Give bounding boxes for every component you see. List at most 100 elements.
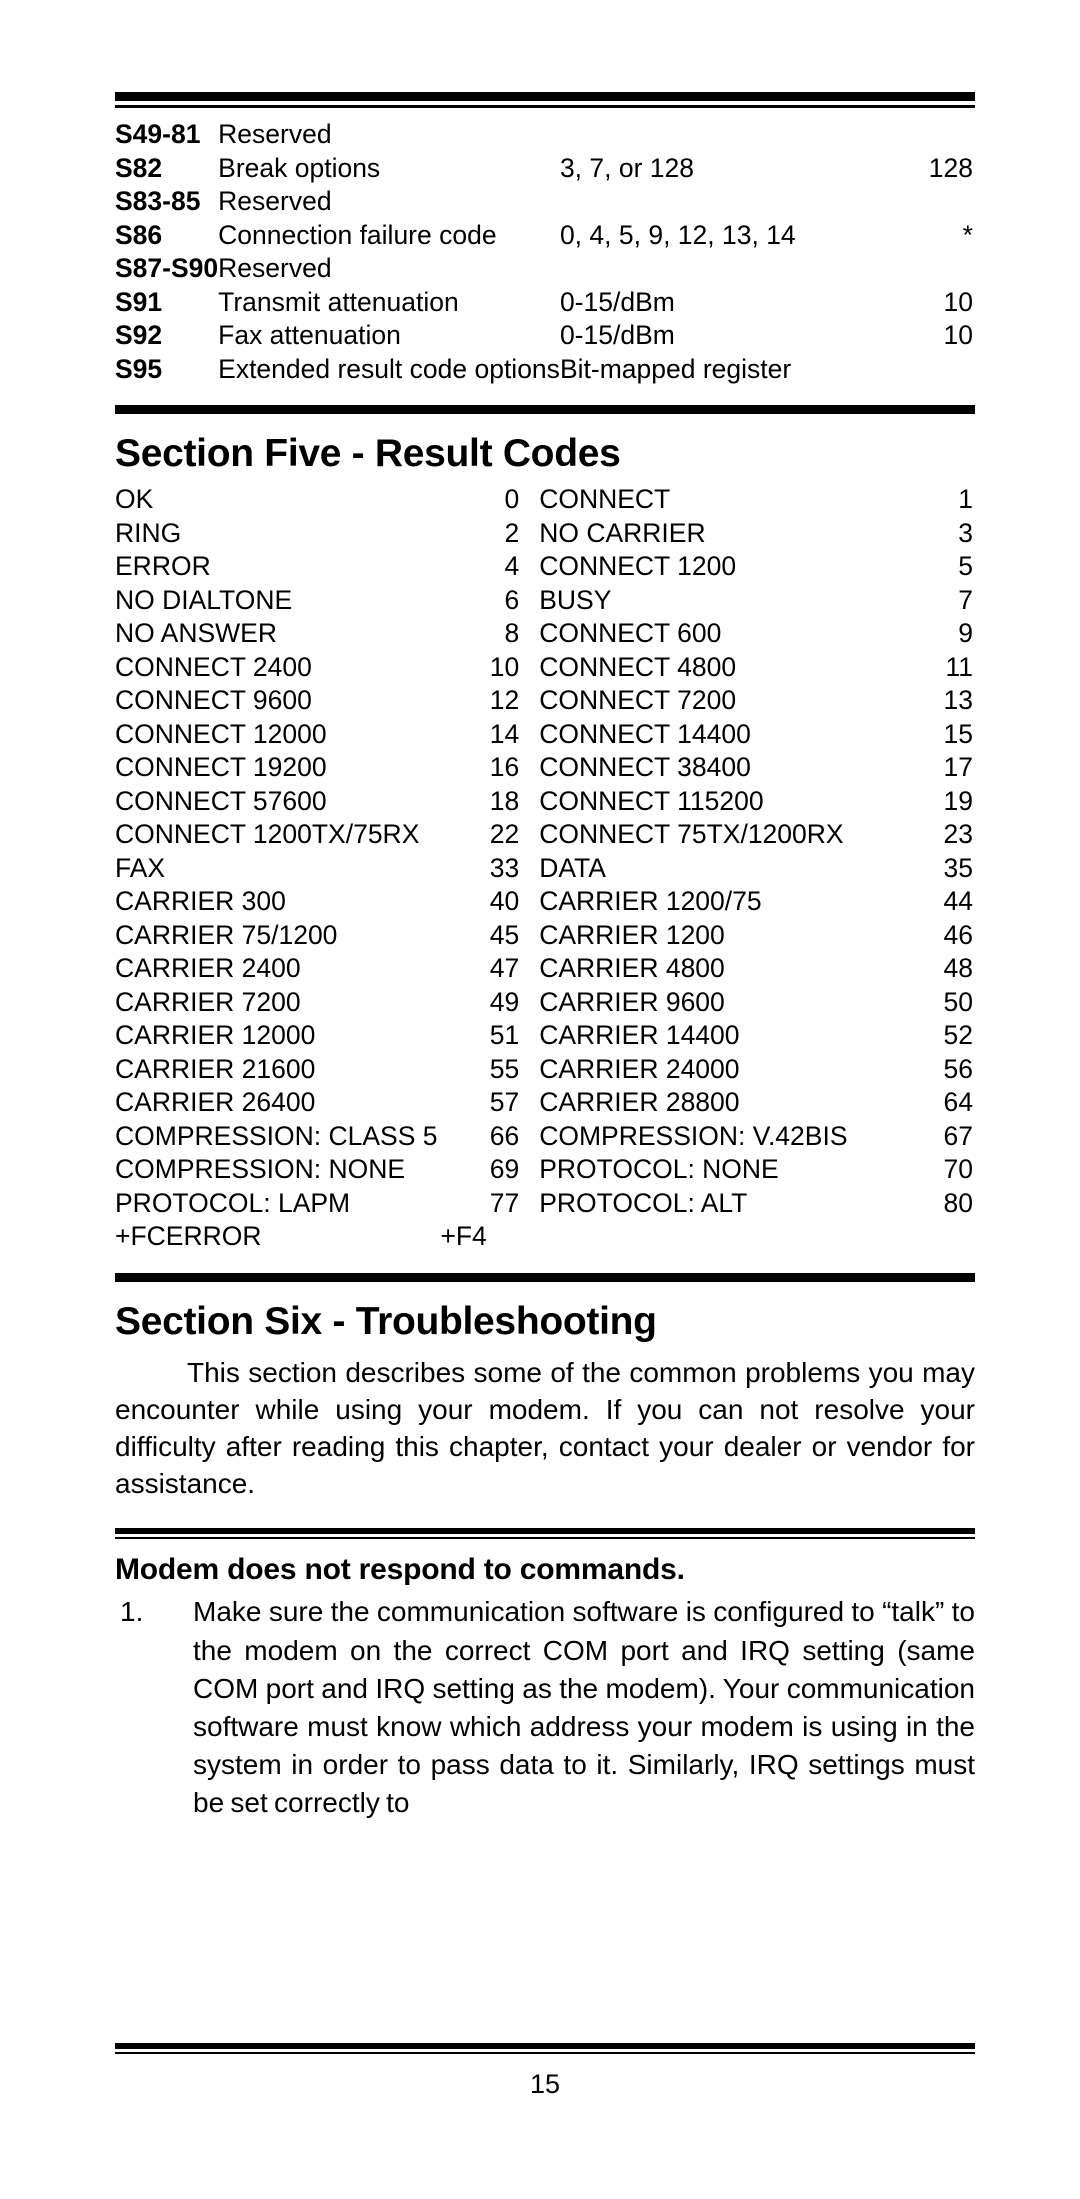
s-register-default <box>844 188 975 222</box>
result-code-value: 22 <box>489 819 520 849</box>
result-code-value: 47 <box>489 953 520 983</box>
table-row: S95 Extended result code options Bit-map… <box>115 353 975 390</box>
s-register-desc: Reserved <box>218 253 332 283</box>
table-row: CARRIER 26400 57 CARRIER 28800 64 <box>115 1089 975 1123</box>
table-row: S87-S90 Reserved <box>115 255 975 289</box>
result-code-name: CONNECT 7200 <box>539 685 737 715</box>
result-code-value: 1 <box>958 484 973 514</box>
result-code-name: CONNECT 19200 <box>115 752 327 782</box>
table-row: COMPRESSION: NONE 69 PROTOCOL: NONE 70 <box>115 1156 975 1190</box>
result-code-value: 2 <box>504 517 520 548</box>
s-register-range <box>560 255 844 289</box>
result-code-name: FAX <box>115 852 166 883</box>
s-register-default <box>844 121 975 155</box>
result-code-name: COMPRESSION: V.42BIS <box>539 1120 848 1151</box>
section-five-rule <box>115 405 975 414</box>
result-code-value: 0 <box>504 484 520 514</box>
result-code-name: ERROR <box>115 551 211 581</box>
table-row: COMPRESSION: CLASS 5 66 COMPRESSION: V.4… <box>115 1120 975 1157</box>
page-content: S49-81 Reserved S82 Break options 3, 7, … <box>115 0 975 2199</box>
result-code-name: RING <box>115 517 182 548</box>
s-register-range: 0, 4, 5, 9, 12, 13, 14 <box>559 219 796 250</box>
result-code-value: 16 <box>489 752 520 782</box>
table-row: CONNECT 57600 18 CONNECT 115200 19 <box>115 785 975 822</box>
result-code-name: COMPRESSION: CLASS 5 <box>115 1120 438 1151</box>
result-code-value: 66 <box>489 1120 520 1151</box>
result-code-value: 5 <box>958 551 973 581</box>
table-row: S86 Connection failure code 0, 4, 5, 9, … <box>115 219 975 256</box>
table-row: PROTOCOL: LAPM 77 PROTOCOL: ALT 80 <box>115 1187 975 1224</box>
result-code-value: 70 <box>943 1154 973 1184</box>
result-code-value: 67 <box>943 1120 973 1151</box>
result-code-name: CARRIER 28800 <box>539 1087 740 1117</box>
result-code-name: CONNECT 75TX/1200RX <box>539 819 844 849</box>
s-register-name: S86 <box>115 219 163 250</box>
table-row: CONNECT 19200 16 CONNECT 38400 17 <box>115 754 975 788</box>
s-register-name: S83-85 <box>115 186 201 216</box>
s-register-default: * <box>962 219 973 250</box>
result-code-name: CONNECT 1200 <box>539 551 737 581</box>
s-register-range: 0-15/dBm <box>559 320 675 350</box>
table-row: NO ANSWER 8 CONNECT 600 9 <box>115 620 975 654</box>
s-register-default: 10 <box>943 286 973 317</box>
result-code-name: CARRIER 300 <box>115 886 286 916</box>
result-code-value: 69 <box>489 1154 520 1184</box>
s-register-name: S49-81 <box>115 119 201 149</box>
list-item-text: Make sure the communication software is … <box>193 1596 975 1818</box>
s-register-desc: Fax attenuation <box>218 320 401 350</box>
table-row: NO DIALTONE 6 BUSY 7 <box>115 586 975 621</box>
result-code-name: CARRIER 7200 <box>115 986 301 1017</box>
table-row: CONNECT 2400 10 CONNECT 4800 11 <box>115 653 975 688</box>
result-code-value: 18 <box>489 785 520 816</box>
result-code-name: CARRIER 4800 <box>539 953 725 983</box>
result-code-value: 13 <box>943 685 973 715</box>
result-codes-table: OK 0 CONNECT 1 RING 2 NO CARRIER 3 ERROR… <box>115 486 975 1257</box>
result-code-value: 44 <box>943 886 973 916</box>
table-row: S92 Fax attenuation 0-15/dBm 10 <box>115 322 975 356</box>
s-register-default: 128 <box>928 152 973 183</box>
s-register-default: 10 <box>943 320 973 350</box>
result-code-value: 9 <box>958 618 973 648</box>
result-code-value: 64 <box>943 1087 973 1117</box>
s-register-range: Bit-mapped register <box>559 353 792 384</box>
section-five-heading: Section Five - Result Codes <box>115 432 621 475</box>
result-code-value: 8 <box>504 618 520 648</box>
page-footer: 15 <box>115 2043 975 2100</box>
result-code-name: CARRIER 14400 <box>539 1020 740 1050</box>
result-code-name: PROTOCOL: LAPM <box>115 1187 351 1218</box>
s-register-table: S49-81 Reserved S82 Break options 3, 7, … <box>115 121 975 389</box>
result-code-name: CARRIER 26400 <box>115 1087 316 1117</box>
result-code-name: NO CARRIER <box>539 517 706 548</box>
result-code-value: 40 <box>489 886 520 916</box>
result-code-name: OK <box>115 484 154 514</box>
s-register-name: S87-S90 <box>115 253 219 283</box>
result-code-value: 4 <box>504 551 520 581</box>
top-rule-thin <box>115 105 975 108</box>
table-row: S49-81 Reserved <box>115 121 975 155</box>
s-register-name: S95 <box>115 353 163 384</box>
result-code-value: 14 <box>489 718 520 749</box>
result-code-value: 57 <box>489 1087 520 1117</box>
result-code-value: 19 <box>943 785 973 816</box>
result-code-value: 50 <box>943 986 973 1017</box>
troubleshooting-list: 1. Make sure the communication software … <box>115 1593 975 1821</box>
s-register-table-body: S49-81 Reserved S82 Break options 3, 7, … <box>115 121 975 389</box>
result-code-name: COMPRESSION: NONE <box>115 1154 406 1184</box>
s-register-range: 3, 7, or 128 <box>559 152 695 183</box>
subsection-rule-thin <box>115 1537 975 1540</box>
result-code-value: 52 <box>943 1020 973 1050</box>
table-row: CARRIER 75/1200 45 CARRIER 1200 46 <box>115 919 975 956</box>
result-code-value: +F4 <box>440 1221 487 1251</box>
s-register-desc: Extended result code options <box>218 353 560 384</box>
result-code-value: 12 <box>489 685 520 715</box>
result-code-name: CARRIER 1200 <box>539 919 725 950</box>
result-code-name: PROTOCOL: ALT <box>539 1187 748 1218</box>
result-code-name <box>539 1223 872 1257</box>
result-code-value: 49 <box>489 986 520 1017</box>
s-register-range <box>560 188 844 222</box>
troubleshooting-subheading: Modem does not respond to commands. <box>115 1553 685 1587</box>
s-register-desc: Reserved <box>218 186 332 216</box>
result-code-value: 46 <box>943 919 973 950</box>
result-code-name: CONNECT 600 <box>539 618 722 648</box>
result-code-value: 15 <box>943 718 973 749</box>
